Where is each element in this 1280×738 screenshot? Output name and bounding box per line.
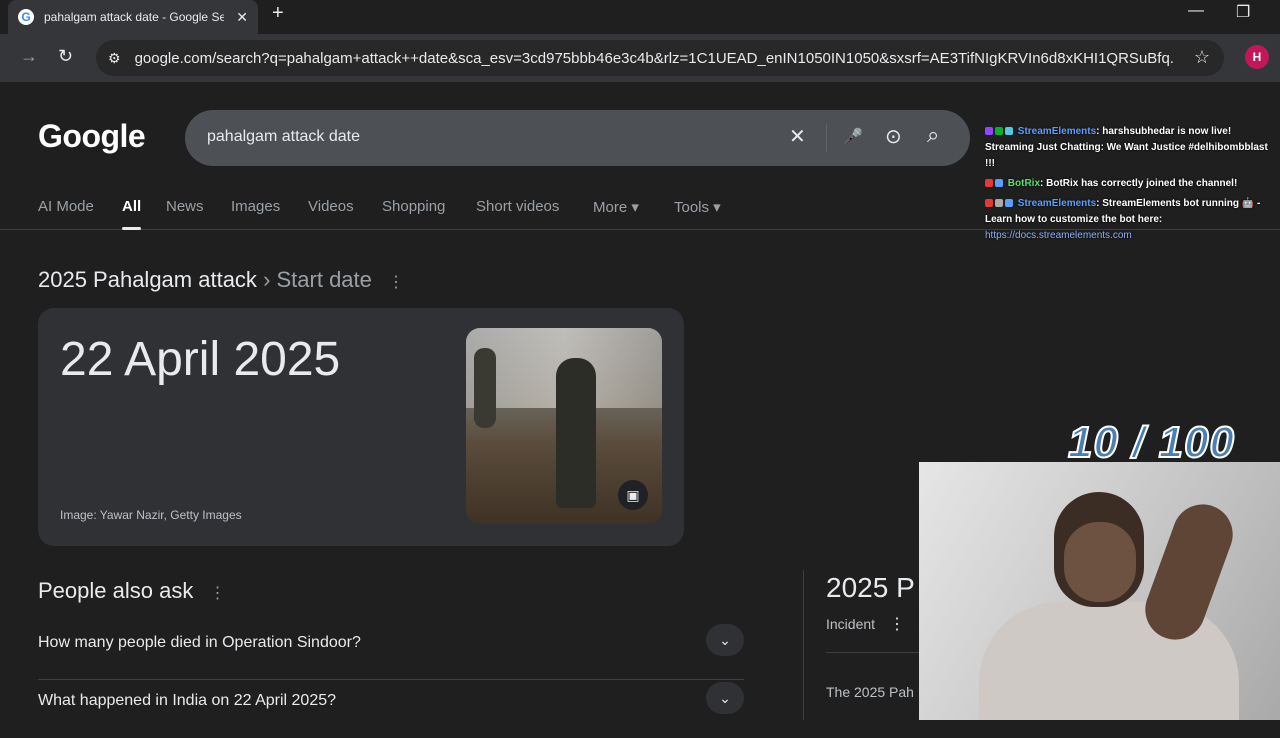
site-info-icon[interactable]: ⚙ (108, 50, 121, 67)
knowledge-panel-divider (803, 570, 804, 720)
search-icon[interactable]: ⌕ (927, 122, 939, 148)
badge-icon (985, 199, 993, 208)
tab-more[interactable]: More ▾ (593, 198, 639, 216)
reload-icon[interactable]: ↻ (58, 46, 73, 67)
chevron-down-icon[interactable]: ⌄ (706, 624, 744, 656)
browser-toolbar: → ↻ ⚙ google.com/search?q=pahalgam+attac… (0, 34, 1280, 82)
tab-all[interactable]: All (122, 198, 142, 230)
entity-link[interactable]: 2025 Pahalgam attack (38, 267, 257, 292)
attack-photo[interactable]: ▣ (466, 328, 662, 524)
wrench-icon (995, 179, 1003, 188)
chat-message: StreamElements: harshsubhedar is now liv… (985, 124, 1277, 172)
goal-counter: 10 / 100 (1067, 417, 1236, 468)
profile-avatar[interactable]: H (1245, 45, 1269, 69)
tab-short-videos[interactable]: Short videos (476, 198, 559, 215)
tab-videos[interactable]: Videos (308, 198, 354, 215)
search-box[interactable]: pahalgam attack date ✕ 🎤 ⊙ ⌕ (185, 110, 970, 166)
webcam-person-arm (1136, 495, 1242, 649)
forward-arrow-icon[interactable]: → (20, 46, 38, 67)
tab-images[interactable]: Images (231, 198, 280, 215)
chat-text: : BotRix has correctly joined the channe… (1040, 178, 1238, 189)
people-also-ask-heading: People also ask ⋮ (38, 578, 225, 604)
badge-icon (985, 179, 993, 188)
tab-ai-mode[interactable]: AI Mode (38, 198, 94, 215)
tab-shopping[interactable]: Shopping (382, 198, 445, 215)
answer-date: 22 April 2025 (60, 333, 341, 386)
result-heading: 2025 Pahalgam attack › Start date ⋮ (38, 267, 404, 293)
tab-close-icon[interactable]: ✕ (236, 9, 248, 26)
browser-tab[interactable]: G pahalgam attack date - Google Search ✕ (8, 0, 258, 34)
bookmark-star-icon[interactable]: ☆ (1194, 47, 1210, 68)
google-favicon-icon: G (18, 9, 34, 25)
wrench-icon (1005, 199, 1013, 208)
webcam-person-face (1064, 522, 1136, 602)
kp-options-icon[interactable]: ⋮ (889, 616, 905, 633)
paa-question[interactable]: What happened in India on 22 April 2025?… (38, 682, 744, 738)
chat-link[interactable]: https://docs.streamelements.com (985, 228, 1277, 244)
image-viewer-icon[interactable]: ▣ (618, 480, 648, 510)
tab-news[interactable]: News (166, 198, 204, 215)
paa-options-icon[interactable]: ⋮ (209, 585, 225, 602)
badge-icon (985, 127, 993, 136)
restore-button[interactable]: ❐ (1236, 2, 1250, 22)
chat-message: BotRix: BotRix has correctly joined the … (985, 176, 1277, 192)
knowledge-panel-text: The 2025 Pah (826, 684, 914, 700)
knowledge-panel-rule (826, 652, 926, 653)
paa-question[interactable]: How many people died in Operation Sindoo… (38, 624, 744, 680)
tab-title: pahalgam attack date - Google Search (44, 10, 224, 24)
chevron-down-icon[interactable]: ⌄ (706, 682, 744, 714)
paa-question-text[interactable]: How many people died in Operation Sindoo… (38, 634, 361, 652)
searchbox-divider (826, 124, 827, 152)
mic-icon[interactable]: 🎤 (843, 127, 863, 147)
lens-icon[interactable]: ⊙ (885, 124, 902, 149)
check-icon (995, 199, 1003, 208)
paa-question-text[interactable]: What happened in India on 22 April 2025? (38, 692, 336, 710)
image-credit: Image: Yawar Nazir, Getty Images (60, 508, 242, 522)
knowledge-panel-subtitle: Incident ⋮ (826, 614, 905, 634)
badge-icon (1005, 127, 1013, 136)
address-bar[interactable]: ⚙ google.com/search?q=pahalgam+attack++d… (96, 40, 1224, 76)
browser-tab-bar: G pahalgam attack date - Google Search ✕… (0, 0, 1280, 34)
clear-search-icon[interactable]: ✕ (789, 124, 806, 149)
chat-username: BotRix (1007, 178, 1041, 189)
attribute-label: › Start date (263, 267, 372, 292)
paa-title-text: People also ask (38, 578, 194, 603)
knowledge-panel-title: 2025 P (826, 572, 915, 603)
kp-subtitle-text: Incident (826, 616, 876, 632)
photo-figure-soldier (556, 358, 596, 508)
stream-chat-overlay: StreamElements: harshsubhedar is now liv… (985, 124, 1277, 244)
answer-card: 22 April 2025 Image: Yawar Nazir, Getty … (38, 308, 684, 546)
photo-figure-left (474, 348, 496, 428)
url-text[interactable]: google.com/search?q=pahalgam+attack++dat… (135, 50, 1175, 67)
chat-username: StreamElements (1017, 198, 1097, 209)
chat-message: StreamElements: StreamElements bot runni… (985, 196, 1277, 228)
google-logo[interactable]: Google (38, 118, 146, 155)
chat-username: StreamElements (1017, 126, 1097, 137)
tab-tools[interactable]: Tools ▾ (674, 198, 721, 216)
search-input[interactable]: pahalgam attack date (207, 128, 360, 146)
new-tab-button[interactable]: + (272, 2, 284, 25)
webcam-feed (919, 462, 1280, 720)
badge-icon (995, 127, 1003, 136)
more-options-icon[interactable]: ⋮ (388, 274, 404, 291)
minimize-button[interactable]: — (1188, 2, 1204, 20)
